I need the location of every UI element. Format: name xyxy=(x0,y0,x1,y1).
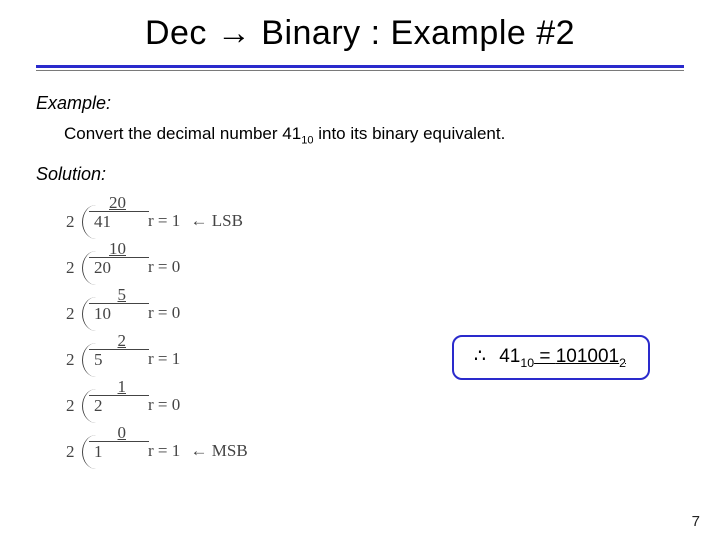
long-division-work: 20241r = 1 ← LSB10220r = 05210r = 0225r … xyxy=(64,195,684,465)
remainder: r = 0 xyxy=(148,303,180,323)
division-step: 20241r = 1 ← LSB xyxy=(64,195,684,235)
divisor: 2 xyxy=(66,304,75,324)
result-rhs-num: 101001 xyxy=(556,346,619,367)
remainder: r = 1 ← LSB xyxy=(148,211,243,231)
long-division: 5210 xyxy=(64,287,132,327)
remainder: r = 0 xyxy=(148,395,180,415)
remainder: r = 1 xyxy=(148,349,180,369)
therefore-symbol: ∴ xyxy=(474,346,486,367)
divisor: 2 xyxy=(66,442,75,462)
slide: Dec → Binary : Example #2 Example: Conve… xyxy=(0,0,720,540)
divisor: 2 xyxy=(66,212,75,232)
quotient: 0 xyxy=(100,423,126,443)
long-division: 225 xyxy=(64,333,132,373)
division-bracket xyxy=(82,389,97,423)
problem-statement: Convert the decimal number 4110 into its… xyxy=(64,124,684,146)
problem-prefix: Convert the decimal number 41 xyxy=(64,124,301,143)
problem-suffix: into its binary equivalent. xyxy=(313,124,505,143)
division-step: 10220r = 0 xyxy=(64,241,684,281)
bit-note: ← MSB xyxy=(186,441,247,460)
division-bracket xyxy=(82,435,97,469)
solution-label: Solution: xyxy=(36,164,684,185)
result-rhs-sub: 2 xyxy=(619,356,626,370)
result-lhs-sub: 10 xyxy=(520,356,534,370)
divisor: 2 xyxy=(66,258,75,278)
divisor: 2 xyxy=(66,350,75,370)
long-division: 10220 xyxy=(64,241,132,281)
example-label: Example: xyxy=(36,93,684,114)
long-division: 021 xyxy=(64,425,132,465)
long-division: 122 xyxy=(64,379,132,419)
result-eq: = xyxy=(534,346,556,367)
divisor: 2 xyxy=(66,396,75,416)
result-box: ∴ 4110 = 1010012 xyxy=(452,335,650,380)
remainder: r = 1 ← MSB xyxy=(148,441,248,461)
quotient: 5 xyxy=(100,285,126,305)
division-bracket xyxy=(82,205,97,239)
result-lhs-num: 41 xyxy=(499,346,520,367)
division-step: 122r = 0 xyxy=(64,379,684,419)
division-step: 021r = 1 ← MSB xyxy=(64,425,684,465)
long-division: 20241 xyxy=(64,195,132,235)
division-step: 5210r = 0 xyxy=(64,287,684,327)
remainder: r = 0 xyxy=(148,257,180,277)
quotient: 10 xyxy=(100,239,126,259)
division-bracket xyxy=(82,343,97,377)
quotient: 1 xyxy=(100,377,126,397)
bit-note: ← LSB xyxy=(186,211,243,230)
problem-sub: 10 xyxy=(301,134,313,146)
division-bracket xyxy=(82,251,97,285)
quotient: 20 xyxy=(100,193,126,213)
quotient: 2 xyxy=(100,331,126,351)
division-bracket xyxy=(82,297,97,331)
slide-title: Dec → Binary : Example #2 xyxy=(0,0,720,61)
slide-body: Example: Convert the decimal number 4110… xyxy=(0,71,720,465)
page-number: 7 xyxy=(692,513,700,530)
